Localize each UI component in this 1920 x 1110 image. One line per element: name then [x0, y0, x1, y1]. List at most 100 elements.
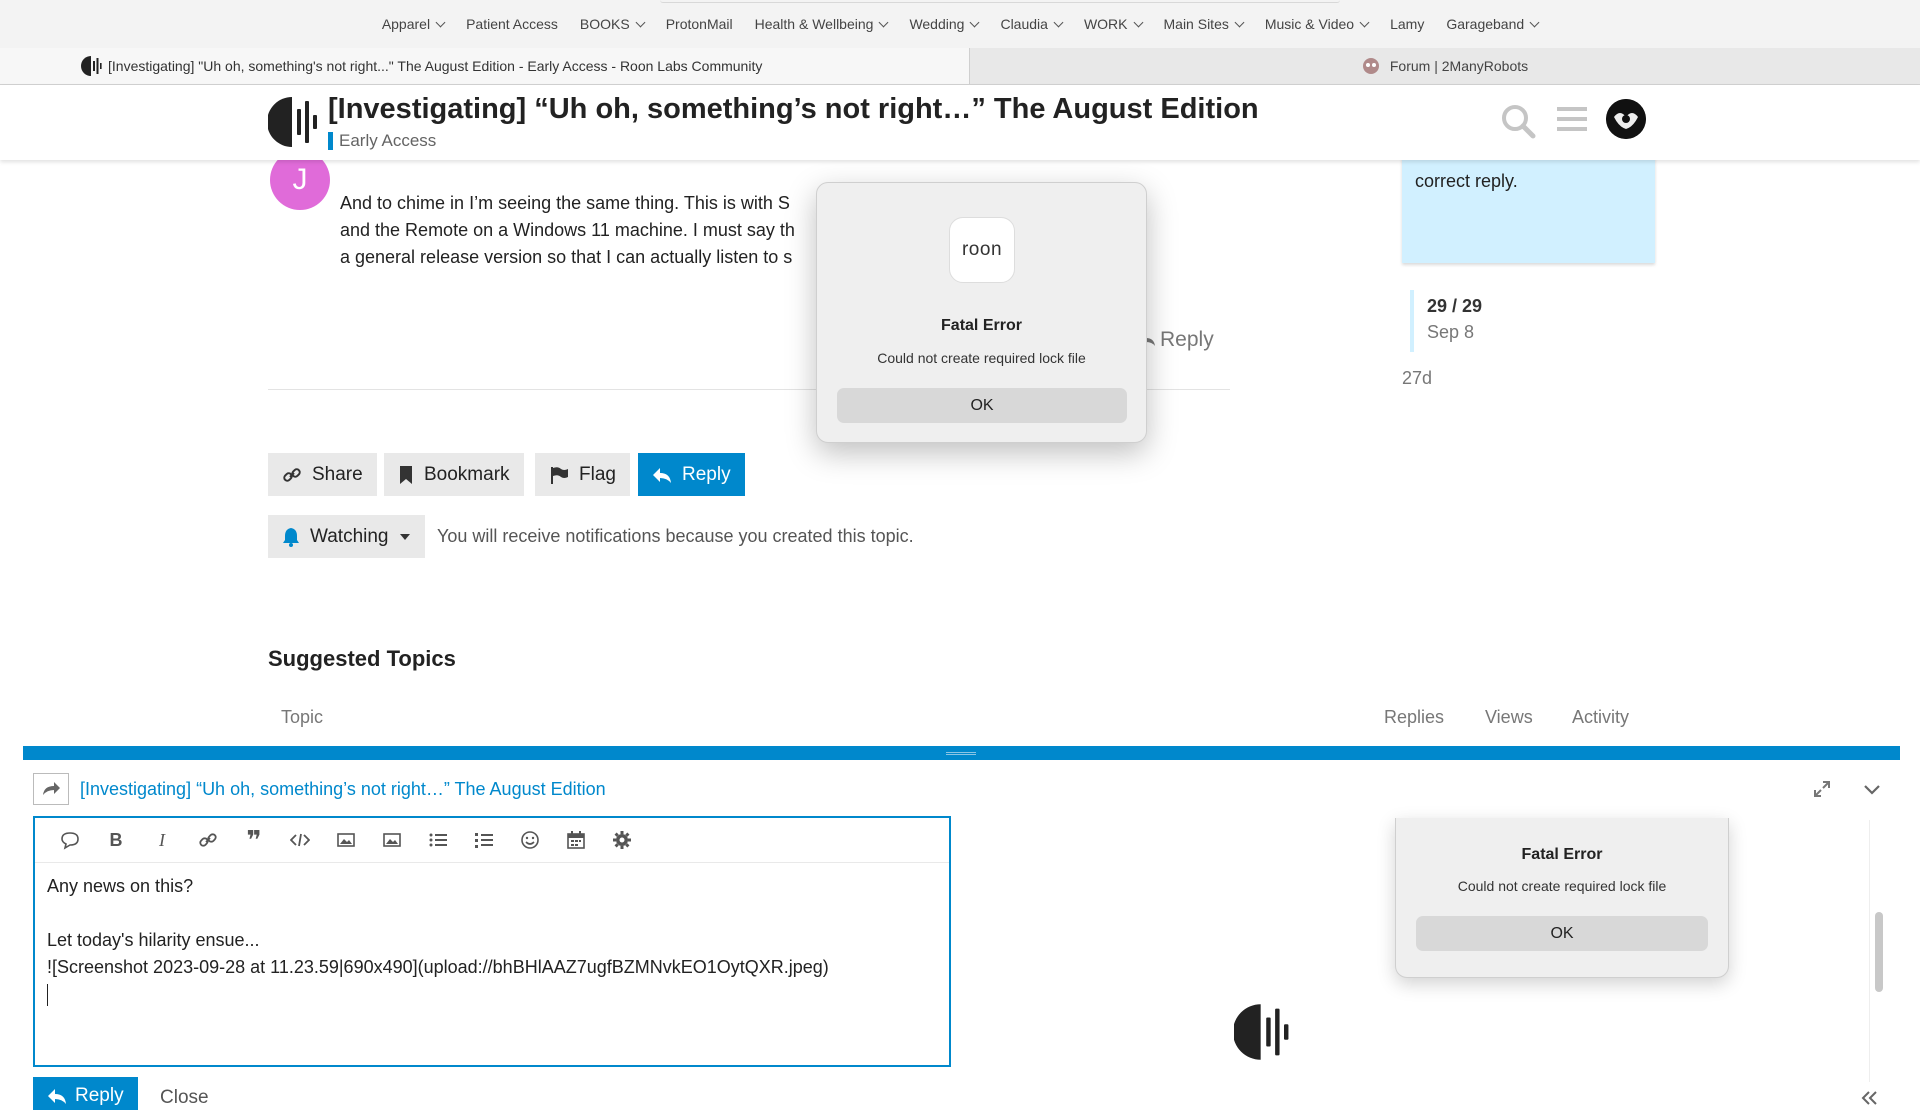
composer-action-button[interactable]	[33, 773, 69, 805]
preview-scroll-thumb[interactable]	[1875, 912, 1883, 992]
chevron-down-icon[interactable]	[1863, 780, 1881, 803]
bookmark-books[interactable]: BOOKS	[579, 16, 646, 32]
robot-favicon-icon	[1362, 55, 1384, 77]
composer-close-button[interactable]: Close	[160, 1087, 209, 1109]
dialog-ok-button[interactable]: OK	[837, 388, 1127, 423]
quote-bubble-icon[interactable]	[47, 825, 93, 855]
bookmark-label: ProtonMail	[665, 16, 733, 32]
bookmark-label: BOOKS	[579, 16, 630, 32]
preview-dialog-message: Could not create required lock file	[1457, 878, 1667, 894]
reply-label: Reply	[682, 463, 731, 485]
timeline-date: Sep 8	[1427, 322, 1475, 342]
topic-reply-button[interactable]: Reply	[638, 453, 745, 496]
dialog-title: Fatal Error	[941, 317, 1022, 334]
solution-tip-box: solution button below the correct reply.	[1402, 144, 1655, 263]
preview-dialog-title: Fatal Error	[1521, 846, 1603, 863]
reply-label: Reply	[75, 1085, 124, 1106]
upload-icon[interactable]	[369, 825, 415, 855]
blockquote-icon[interactable]: ❞	[231, 825, 277, 855]
toolbar-edge	[660, 0, 1340, 3]
column-views: Views	[1485, 707, 1533, 727]
bookmark-wedding[interactable]: Wedding	[909, 16, 980, 32]
bold-icon[interactable]: B	[93, 825, 139, 855]
share-button[interactable]: Share	[268, 453, 377, 496]
notifications-dropdown[interactable]: Watching	[268, 515, 425, 558]
timeline-scroller[interactable]	[1410, 290, 1414, 352]
editor-toolbar: B I ❞	[35, 818, 949, 863]
chevron-down-icon	[435, 17, 446, 27]
share-label: Share	[312, 463, 363, 485]
bookmark-label: Garageband	[1446, 16, 1525, 32]
italic-icon[interactable]: I	[139, 825, 185, 855]
roon-logo-icon[interactable]	[267, 95, 322, 149]
category-color-bar	[328, 132, 333, 150]
chevron-down-icon	[1359, 17, 1370, 27]
composer-topic-link[interactable]: [Investigating] “Uh oh, something’s not …	[80, 779, 606, 800]
composer-reply-button[interactable]: Reply	[33, 1077, 138, 1110]
image-icon[interactable]	[323, 825, 369, 855]
gear-icon[interactable]	[599, 825, 645, 855]
tab-roon-community[interactable]: [Investigating] "Uh oh, something's not …	[0, 48, 970, 84]
text-caret	[47, 981, 937, 1008]
timeline-count: 29 / 29	[1427, 296, 1483, 316]
bookmark-label: Claudia	[1000, 16, 1048, 32]
page-title[interactable]: [Investigating] “Uh oh, something’s not …	[328, 93, 1259, 126]
tab-2manyrobots[interactable]: Forum | 2ManyRobots	[970, 48, 1920, 84]
bookmark-apparel[interactable]: Apparel	[382, 16, 446, 32]
bookmark-patient-access[interactable]: Patient Access	[466, 16, 558, 32]
post-reply-button[interactable]: Reply	[1140, 328, 1214, 352]
dialog-message: Could not create required lock file	[877, 350, 1086, 366]
bookmark-button[interactable]: Bookmark	[384, 453, 524, 496]
bookmark-health[interactable]: Health & Wellbeing	[754, 16, 889, 32]
bullet-list-icon[interactable]	[415, 825, 461, 855]
site-header: [Investigating] “Uh oh, something’s not …	[0, 85, 1920, 160]
user-avatar[interactable]	[1606, 99, 1646, 139]
composer-editor[interactable]: B I ❞ Any news on this? Let today's hilar…	[33, 816, 951, 1067]
link-icon[interactable]	[185, 825, 231, 855]
column-topic: Topic	[281, 707, 324, 727]
search-icon[interactable]	[1500, 103, 1536, 144]
suggested-topics-heading: Suggested Topics	[268, 646, 456, 671]
bookmark-garageband[interactable]: Garageband	[1446, 16, 1540, 32]
composer-grip[interactable]	[946, 752, 976, 755]
timeline-last-activity[interactable]: 27d	[1402, 368, 1432, 389]
column-activity: Activity	[1572, 707, 1630, 727]
composer-textarea[interactable]: Any news on this? Let today's hilarity en…	[35, 863, 949, 1018]
chevron-down-icon	[970, 17, 980, 27]
chevron-down-icon	[878, 17, 889, 27]
caret-down-icon	[399, 533, 410, 540]
tip-line: correct reply.	[1415, 171, 1518, 191]
bookmark-work[interactable]: WORK	[1084, 16, 1143, 32]
bookmark-label: Health & Wellbeing	[754, 16, 874, 32]
bookmark-claudia[interactable]: Claudia	[1000, 16, 1064, 32]
preview-screenshot-dialog: Fatal Error Could not create required lo…	[1395, 818, 1729, 978]
bookmark-music-video[interactable]: Music & Video	[1265, 16, 1370, 32]
chevron-down-icon	[1234, 17, 1245, 27]
preview-ok-button: OK	[1416, 916, 1708, 951]
tab-title: [Investigating] "Uh oh, something's not …	[108, 58, 763, 74]
code-icon[interactable]	[277, 825, 323, 855]
category-label: Early Access	[339, 131, 437, 150]
calendar-icon[interactable]	[553, 825, 599, 855]
hamburger-menu-icon[interactable]	[1556, 103, 1588, 140]
numbered-list-icon[interactable]	[461, 825, 507, 855]
bookmark-label: Lamy	[1390, 16, 1425, 32]
flag-button[interactable]: Flag	[535, 453, 630, 496]
bell-icon	[283, 527, 299, 547]
chevron-down-icon	[1053, 17, 1064, 27]
column-replies: Replies	[1384, 707, 1445, 727]
bookmark-lamy[interactable]: Lamy	[1390, 16, 1424, 32]
bookmark-main-sites[interactable]: Main Sites	[1164, 16, 1245, 32]
reply-arrow-icon	[48, 1089, 66, 1104]
emoji-icon[interactable]	[507, 825, 553, 855]
fatal-error-dialog: roon Fatal Error Could not create requir…	[816, 182, 1147, 443]
reply-label: Reply	[1160, 328, 1214, 351]
roon-logo-icon	[1232, 1002, 1294, 1067]
flag-label: Flag	[579, 463, 616, 485]
bookmark-protonmail[interactable]: ProtonMail	[666, 16, 733, 32]
hide-preview-icon[interactable]	[1861, 1090, 1879, 1110]
bookmark-label: Patient Access	[466, 16, 558, 32]
expand-icon[interactable]	[1813, 780, 1831, 803]
editor-line: Any news on this?	[47, 876, 194, 896]
category-badge[interactable]: Early Access	[328, 131, 436, 151]
